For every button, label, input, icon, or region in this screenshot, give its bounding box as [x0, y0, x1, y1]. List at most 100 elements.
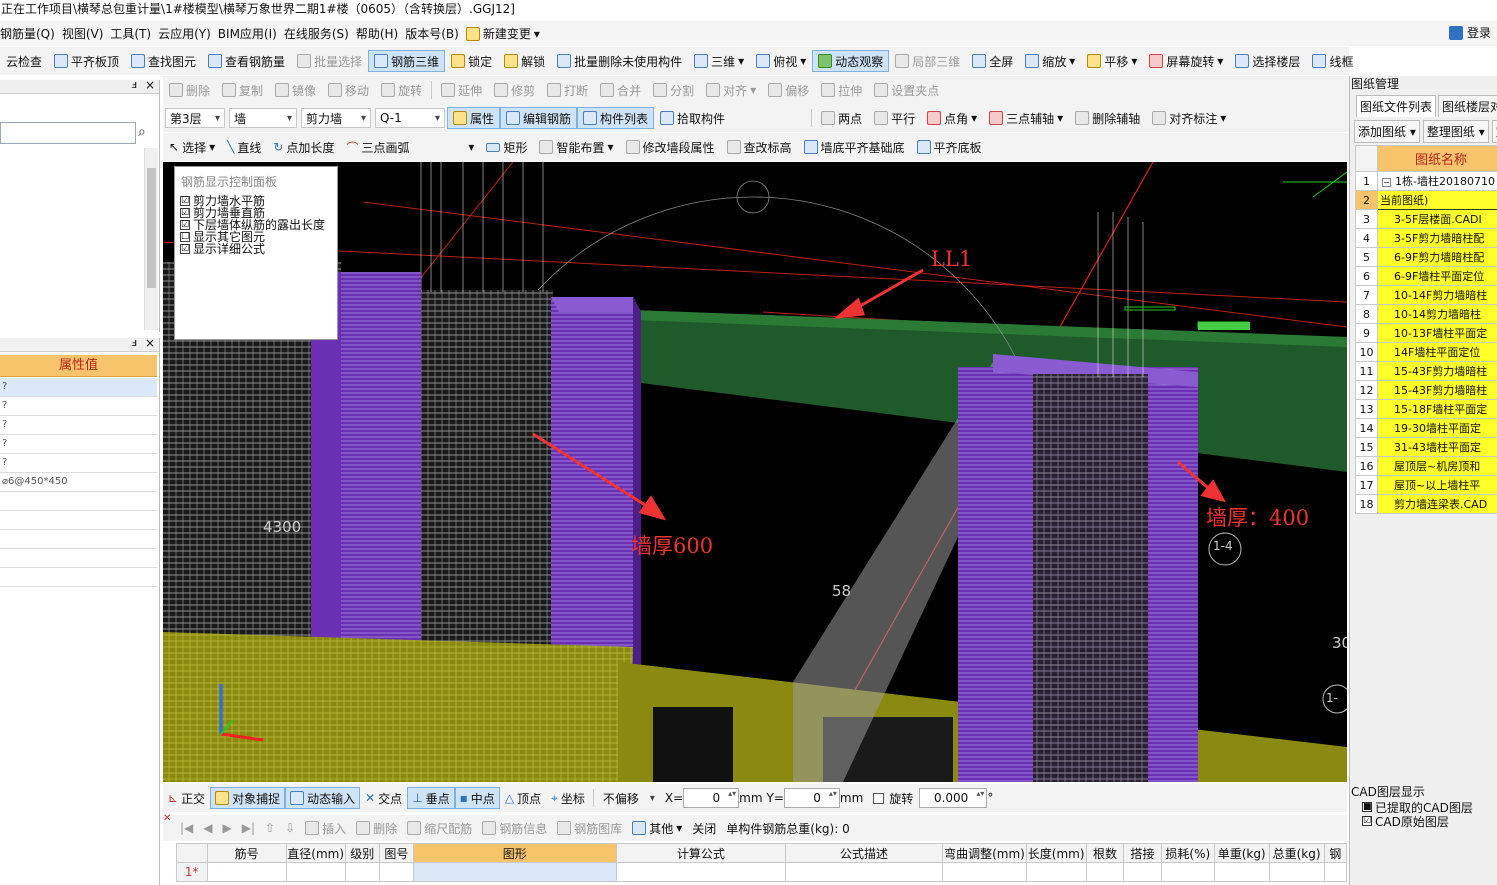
column-header[interactable]: 计算公式	[615, 843, 786, 863]
column-header[interactable]: 图形	[412, 843, 617, 863]
batch-delete-unused-button[interactable]: 批量删除未使用构件	[551, 50, 688, 72]
list-item[interactable]: 4 3-5F剪力墙暗柱配	[1355, 228, 1497, 248]
pin-icon[interactable]: ⅎ	[131, 78, 137, 91]
search-input[interactable]	[0, 122, 136, 144]
layer-original[interactable]: ☑ CAD原始图层	[1350, 814, 1497, 829]
find-element-button[interactable]: 查找图元	[125, 50, 202, 72]
column-header[interactable]: 筋号	[206, 843, 287, 863]
cloud-check-button[interactable]: 云检查	[0, 50, 48, 72]
dynamic-input-button[interactable]: 动态输入	[285, 787, 361, 809]
pan-button[interactable]: 平移 ▾	[1081, 50, 1143, 72]
next-record-button[interactable]: ▶	[218, 821, 237, 835]
close-icon[interactable]: ×	[145, 78, 155, 92]
property-row[interactable]	[0, 530, 157, 549]
parallel-axis-button[interactable]: 平行	[868, 107, 921, 129]
drawing-name-header[interactable]: 图纸名称	[1377, 145, 1497, 172]
close-icon[interactable]: ×	[145, 336, 155, 350]
list-item[interactable]: 11 15-43F剪力墙暗柱	[1355, 361, 1497, 381]
move-down-button[interactable]: ⇩	[280, 821, 300, 835]
tab-drawing-floor[interactable]: 图纸楼层对	[1438, 95, 1497, 117]
screen-rotate-button[interactable]: 屏幕旋转 ▾	[1143, 50, 1229, 72]
align-button[interactable]: 对齐 ▾	[700, 79, 762, 101]
split-button[interactable]: 分割	[647, 79, 700, 101]
search-icon[interactable]: ⌕	[138, 124, 146, 140]
offset-mode-select[interactable]: 不偏移	[599, 788, 659, 808]
top-view-button[interactable]: 俯视 ▾	[750, 50, 812, 72]
rebar-info-button[interactable]: 钢筋信息	[477, 820, 552, 837]
column-header[interactable]: 搭接	[1123, 843, 1162, 863]
menu-cloud[interactable]: 云应用(Y)	[158, 25, 218, 42]
set-grip-button[interactable]: 设置夹点	[868, 79, 945, 101]
3d-view-button[interactable]: 三维 ▾	[688, 50, 750, 72]
list-item[interactable]: 12 15-43F剪力墙暗柱	[1355, 380, 1497, 400]
scale-rebar-button[interactable]: 缩尺配筋	[402, 820, 477, 837]
3d-viewport[interactable]: LL1 墙厚600 墙厚：400 4300 58 300 1-4 1-	[163, 162, 1347, 782]
property-row[interactable]: ⌀6@450*450	[0, 473, 157, 492]
option-show-formula[interactable]: ☑ 显示详细公式	[175, 243, 337, 255]
list-item[interactable]: 17 屋顶~以上墙柱平	[1355, 475, 1497, 495]
rebar-library-button[interactable]: 钢筋图库	[552, 820, 627, 837]
list-item[interactable]: 2 当前图纸)	[1355, 190, 1497, 210]
extend-button[interactable]: 延伸	[435, 79, 488, 101]
type-select[interactable]: 剪力墙	[301, 108, 371, 128]
rotate-checkbox[interactable]	[873, 792, 885, 804]
intersection-snap-button[interactable]: ✕ 交点	[360, 787, 407, 809]
unlock-button[interactable]: 解锁	[498, 50, 551, 72]
modify-wall-segment-button[interactable]: 修改墙段属性	[620, 136, 721, 158]
move-button[interactable]: 移动	[322, 79, 375, 101]
lock-button[interactable]: 锁定	[445, 50, 498, 72]
pin-icon[interactable]: ⅎ	[131, 336, 137, 349]
delete-axis-button[interactable]: 删除辅轴	[1069, 107, 1146, 129]
mirror-button[interactable]: 镜像	[269, 79, 322, 101]
point-length-button[interactable]: ↻ 点加长度	[267, 136, 340, 158]
column-header[interactable]: 长度(mm)	[1025, 843, 1087, 863]
prev-record-button[interactable]: ◀	[198, 821, 217, 835]
full-screen-button[interactable]: 全屏	[966, 50, 1019, 72]
list-item[interactable]: 5 6-9F剪力墙暗柱配	[1355, 247, 1497, 267]
smart-layout-button[interactable]: 智能布置 ▾	[533, 136, 619, 158]
point-angle-axis-button[interactable]: 点角 ▾	[921, 107, 983, 129]
property-row[interactable]: ?	[0, 397, 157, 416]
column-header[interactable]: 根数	[1085, 843, 1125, 863]
column-header[interactable]: 钢	[1323, 843, 1347, 863]
list-item[interactable]: 8 10-14剪力墙暗柱	[1355, 304, 1497, 324]
column-header[interactable]: 公式描述	[784, 843, 944, 863]
view-rebar-quantity-button[interactable]: 查看钢筋量	[202, 50, 291, 72]
object-snap-button[interactable]: 对象捕捉	[210, 787, 286, 809]
rotate-button[interactable]: 旋转	[375, 79, 428, 101]
properties-button[interactable]: 属性	[447, 107, 501, 129]
y-input[interactable]: 0	[783, 788, 840, 808]
property-row[interactable]: ?	[0, 416, 157, 435]
column-header[interactable]: 单重(kg)	[1213, 843, 1270, 863]
member-select[interactable]: Q-1	[375, 108, 445, 128]
copy-button[interactable]: 复制	[216, 79, 269, 101]
property-row[interactable]	[0, 549, 157, 568]
vertex-snap-button[interactable]: △ 顶点	[500, 787, 546, 809]
column-header[interactable]: 级别	[344, 843, 381, 863]
list-item[interactable]: 7 10-14F剪力墙暗柱	[1355, 285, 1497, 305]
first-record-button[interactable]: |◀	[175, 821, 198, 835]
property-row[interactable]: ?	[0, 378, 157, 397]
list-item[interactable]: 18 剪力墙连梁表.CAD	[1355, 494, 1497, 514]
menu-view[interactable]: 视图(V)	[62, 25, 111, 42]
list-item[interactable]: 6 6-9F墙柱平面定位	[1355, 266, 1497, 286]
rebar-3d-button[interactable]: 钢筋三维	[368, 50, 446, 72]
orthogonal-button[interactable]: ⊾ 正交	[163, 787, 210, 809]
menu-online-service[interactable]: 在线服务(S)	[284, 25, 356, 42]
property-row[interactable]	[0, 492, 157, 511]
line-tool-button[interactable]: ╲ 直线	[221, 136, 267, 158]
rectangle-tool-button[interactable]: 矩形	[480, 136, 533, 158]
table-row[interactable]: 1*	[176, 862, 1347, 882]
x-input[interactable]: 0	[683, 788, 740, 808]
select-floor-button[interactable]: 选择楼层	[1229, 50, 1306, 72]
coordinate-button[interactable]: ⌖ 坐标	[546, 787, 590, 809]
column-header[interactable]: 弯曲调整(mm)	[942, 843, 1027, 863]
three-point-axis-button[interactable]: 三点辅轴 ▾	[983, 107, 1069, 129]
login-button[interactable]: 登录	[1448, 24, 1491, 41]
member-list-button[interactable]: 构件列表	[577, 107, 655, 129]
wall-bottom-align-foundation-button[interactable]: 墙底平齐基础底	[798, 136, 911, 158]
delete-row-button[interactable]: 删除	[351, 820, 402, 837]
merge-button[interactable]: 合并	[594, 79, 647, 101]
category-select[interactable]: 墙	[229, 108, 297, 128]
column-header[interactable]: 损耗(%)	[1160, 843, 1215, 863]
